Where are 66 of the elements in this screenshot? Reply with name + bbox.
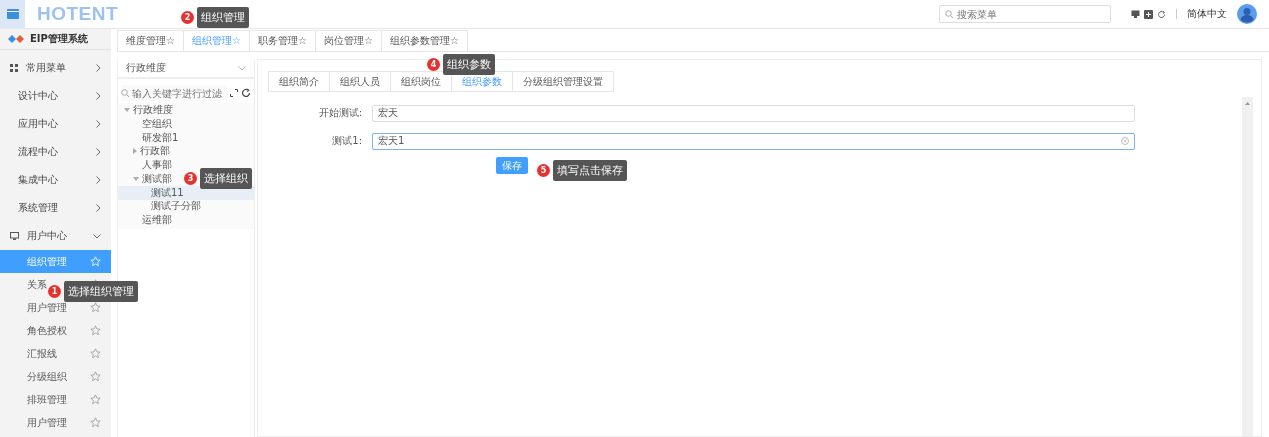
field-label: 测试1: (331, 134, 363, 148)
sub-tab[interactable]: 分级组织管理设置 (512, 71, 614, 92)
caret-down-icon[interactable] (133, 176, 139, 181)
avatar-icon[interactable] (1237, 4, 1257, 24)
monitor-icon[interactable] (1131, 10, 1140, 18)
grid-icon[interactable] (10, 64, 18, 72)
tree-node[interactable]: 行政部 (118, 144, 254, 159)
star-icon[interactable] (90, 394, 101, 405)
tooltip: 组织参数 (443, 54, 495, 75)
search-icon[interactable] (945, 10, 953, 18)
sidebar-item[interactable]: 流程中心 (0, 138, 111, 166)
scroll-up-icon[interactable] (1245, 102, 1250, 105)
input-field[interactable]: 宏天 (372, 104, 1135, 122)
sidebar-item[interactable]: 设计中心 (0, 82, 111, 110)
star-icon[interactable] (90, 325, 101, 336)
clear-icon[interactable] (1121, 136, 1129, 145)
sidebar-item[interactable]: 汇报线 (0, 342, 111, 365)
tooltip: 选择组织管理 (64, 281, 138, 302)
refresh-icon[interactable] (241, 88, 251, 98)
sidebar-item[interactable]: 集成中心 (0, 166, 111, 194)
tree-node[interactable]: 研发部1 (118, 130, 254, 145)
star-icon[interactable] (90, 348, 101, 359)
field-label: 开始测试: (317, 106, 363, 120)
sidebar-item[interactable]: 用户管理 (0, 411, 111, 434)
refresh-icon[interactable] (1157, 9, 1166, 19)
scrollbar[interactable] (1242, 97, 1253, 436)
menu-icon[interactable] (6, 9, 19, 19)
logo: HOTENT (37, 3, 119, 25)
star-icon[interactable] (90, 371, 101, 382)
tooltip: 选择组织 (200, 168, 252, 189)
tree-node[interactable]: 行政维度 (118, 103, 254, 117)
tree-node[interactable]: 测试子分部 (118, 199, 254, 214)
expand-icon[interactable] (230, 89, 238, 97)
sub-tab[interactable]: 组织人员 (329, 71, 391, 92)
search-input[interactable]: 搜索菜单 (957, 7, 1105, 21)
sidebar-item[interactable]: 用户中心 (0, 222, 111, 250)
sidebar-item[interactable]: 排班管理 (0, 388, 111, 411)
language-label: 简体中文 (1187, 7, 1227, 21)
search-icon[interactable] (121, 89, 129, 97)
tree-node[interactable]: 空组织 (118, 116, 254, 131)
star-icon[interactable] (90, 417, 101, 428)
star-icon[interactable] (90, 302, 101, 313)
fullscreen-icon[interactable] (1144, 9, 1153, 19)
filter-input[interactable]: 输入关键字进行过滤 (132, 86, 227, 100)
step-badge: 2 (181, 11, 194, 24)
caret-right-icon[interactable] (133, 148, 137, 155)
chevron-down-icon[interactable] (238, 65, 246, 71)
menu-button[interactable] (0, 0, 25, 28)
tooltip: 组织管理 (197, 7, 249, 28)
input-field[interactable]: 宏天1 (372, 132, 1135, 150)
sidebar-item[interactable]: 角色授权 (0, 319, 111, 342)
search-field[interactable]: 搜索菜单 (939, 5, 1111, 23)
sidebar-item[interactable]: 系统管理 (0, 194, 111, 222)
system-title: EIP管理系统 (30, 32, 88, 46)
page-tab[interactable]: 组织参数管理☆ (380, 30, 468, 51)
diamond-logo-icon[interactable] (8, 35, 24, 43)
filter-field[interactable]: 输入关键字进行过滤 (121, 85, 227, 101)
sub-tab[interactable]: 组织简介 (268, 71, 330, 92)
monitor-icon[interactable] (10, 232, 19, 240)
caret-down-icon[interactable] (124, 107, 130, 112)
sidebar-item[interactable]: 常用菜单 (0, 54, 111, 82)
tree-node[interactable]: 运维部 (118, 213, 254, 228)
sidebar-item[interactable]: 分级组织 (0, 365, 111, 388)
tooltip: 填写点击保存 (553, 160, 627, 181)
sidebar-item[interactable]: 应用中心 (0, 110, 111, 138)
dimension-select[interactable]: 行政维度 (118, 59, 254, 79)
